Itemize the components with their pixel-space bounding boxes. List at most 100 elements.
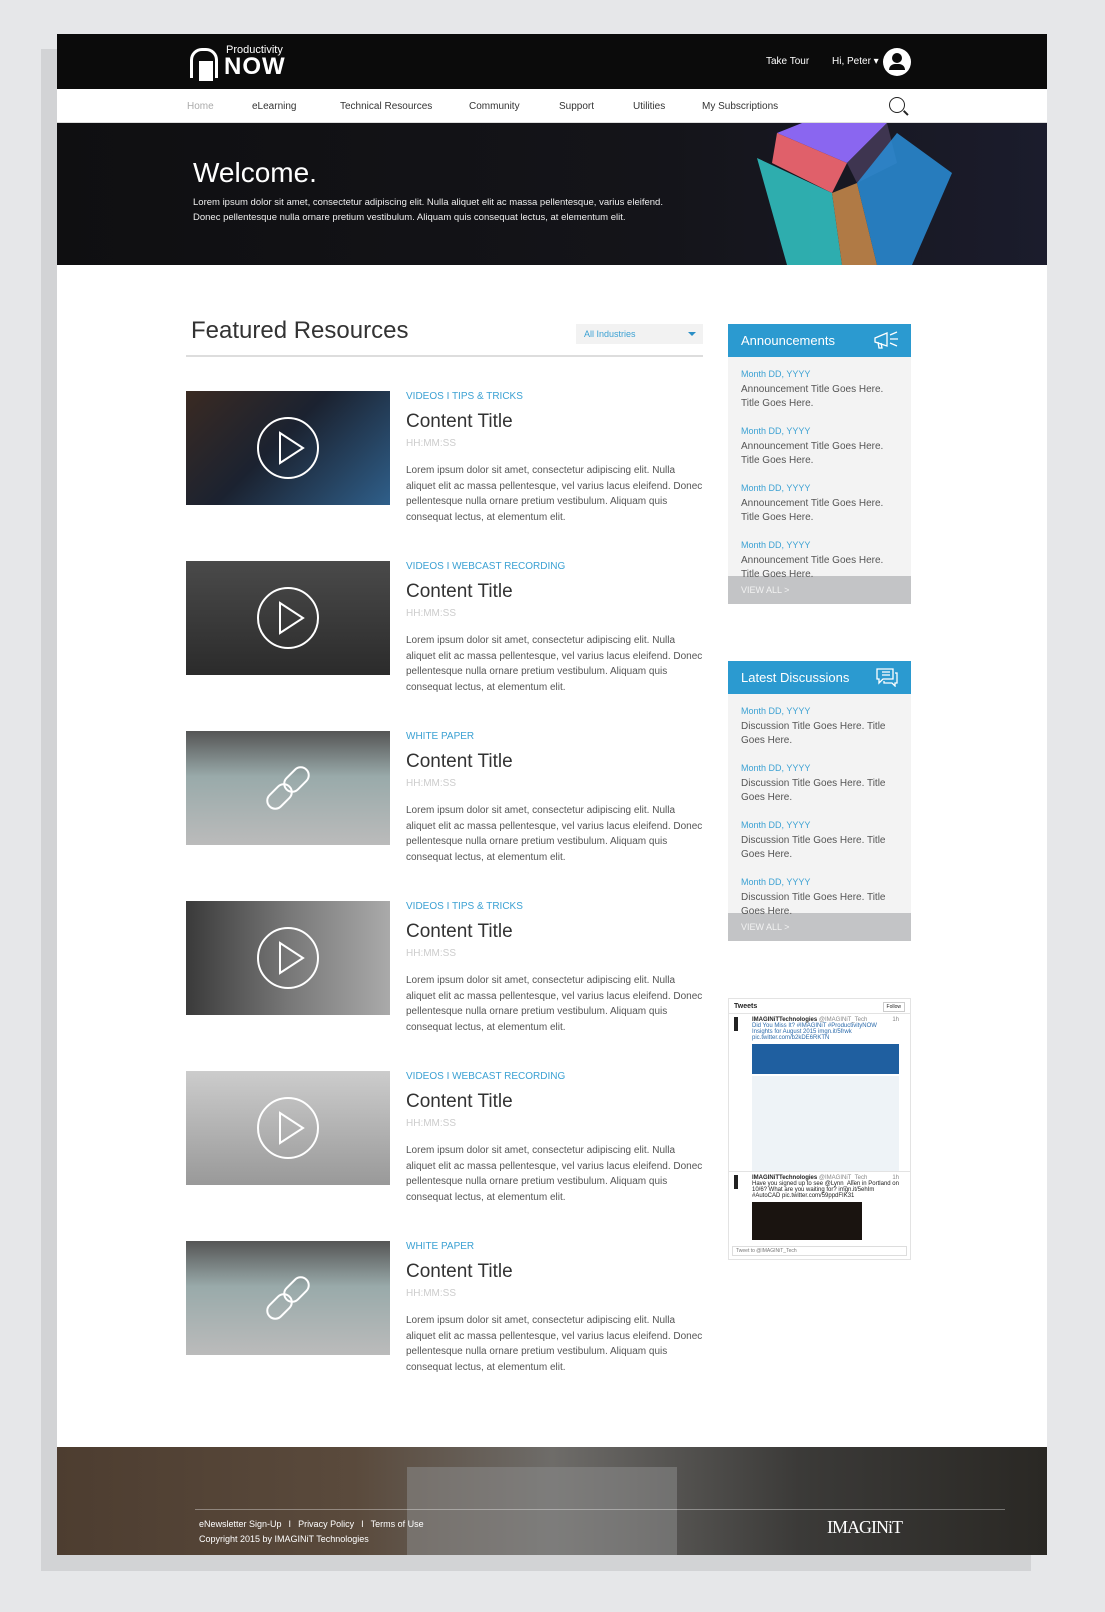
item-date: Month DD, YYYY [741, 820, 811, 830]
footer: eNewsletter Sign-Up I Privacy Policy I Terms… [57, 1447, 1047, 1555]
terms-link[interactable]: Terms of Use [371, 1519, 424, 1529]
resource-duration: HH:MM:SS [406, 778, 456, 789]
resource-title[interactable]: Content Title [406, 751, 513, 773]
item-date: Month DD, YYYY [741, 483, 811, 493]
resource-description: Lorem ipsum dolor sit amet, consectetur … [406, 1145, 703, 1203]
play-icon [257, 587, 319, 649]
play-icon [257, 417, 319, 479]
nav-utilities[interactable]: Utilities [633, 101, 665, 112]
resource-description: Lorem ipsum dolor sit amet, consectetur … [406, 1315, 703, 1373]
resource-title[interactable]: Content Title [406, 921, 513, 943]
twitter-widget: Tweets Follow IMAGINiTTechnologies @IMAG… [728, 998, 911, 1260]
resource-duration: HH:MM:SS [406, 1288, 456, 1299]
tweet-image-body [752, 1076, 899, 1171]
tweet-image [752, 1044, 899, 1074]
main-nav: Home eLearning Technical Resources Commu… [57, 89, 1047, 123]
page: Productivity NOW Take Tour Hi, Peter ▾ H… [57, 34, 1047, 1555]
resource-description: Lorem ipsum dolor sit amet, consectetur … [406, 975, 703, 1033]
chat-bubbles-icon [876, 668, 898, 687]
resource-thumbnail[interactable] [186, 1241, 390, 1355]
nav-home[interactable]: Home [187, 101, 214, 112]
item-title: Discussion Title Goes Here. Title Goes H… [741, 778, 886, 803]
resource-thumbnail[interactable] [186, 561, 390, 675]
resource-title[interactable]: Content Title [406, 1091, 513, 1113]
filter-value: All Industries [584, 329, 636, 339]
announcement-item[interactable]: Month DD, YYYY Announcement Title Goes He… [741, 483, 898, 525]
resource-thumbnail[interactable] [186, 731, 390, 845]
item-date: Month DD, YYYY [741, 706, 811, 716]
logo-title: NOW [224, 53, 286, 80]
divider [186, 355, 703, 357]
resource-item: VIDEOS I WEBCAST RECORDING Content Title… [186, 561, 706, 711]
tweet-avatar-icon [734, 1175, 738, 1189]
resource-category[interactable]: VIDEOS I WEBCAST RECORDING [406, 561, 565, 572]
announcements-header: Announcements [728, 324, 911, 357]
top-header: Productivity NOW Take Tour Hi, Peter ▾ [57, 34, 1047, 89]
keyboard-background-image [407, 1467, 677, 1555]
cube-graphic-icon [757, 123, 952, 265]
resource-category[interactable]: VIDEOS I TIPS & TRICKS [406, 391, 523, 402]
tweet-avatar-icon [734, 1017, 738, 1031]
resource-title[interactable]: Content Title [406, 581, 513, 603]
tweet[interactable]: IMAGINiTTechnologies @IMAGINiT_Tech 1h Ha… [734, 1175, 899, 1240]
user-avatar-icon[interactable] [883, 48, 911, 76]
resource-category[interactable]: VIDEOS I WEBCAST RECORDING [406, 1071, 565, 1082]
item-title: Announcement Title Goes Here. Title Goes… [741, 441, 884, 466]
resource-description: Lorem ipsum dolor sit amet, consectetur … [406, 465, 703, 523]
play-icon [257, 1097, 319, 1159]
discussions-title: Latest Discussions [741, 670, 850, 685]
resource-item: VIDEOS I WEBCAST RECORDING Content Title… [186, 1071, 706, 1221]
item-title: Announcement Title Goes Here. Title Goes… [741, 498, 884, 523]
resource-thumbnail[interactable] [186, 901, 390, 1015]
footer-divider [195, 1509, 1005, 1510]
resource-duration: HH:MM:SS [406, 438, 456, 449]
imaginit-logo: IMAGINiT [827, 1517, 903, 1537]
resource-category[interactable]: WHITE PAPER [406, 731, 474, 742]
discussions-panel: Latest Discussions Month DD, YYYY Discuss… [728, 661, 911, 941]
hero-text: Lorem ipsum dolor sit amet, consectetur … [193, 197, 663, 223]
tweet-image [752, 1202, 862, 1240]
nav-my-subscriptions[interactable]: My Subscriptions [702, 101, 778, 112]
resource-duration: HH:MM:SS [406, 1118, 456, 1129]
resource-thumbnail[interactable] [186, 391, 390, 505]
resource-title[interactable]: Content Title [406, 1261, 513, 1283]
user-menu[interactable]: Hi, Peter ▾ [832, 56, 879, 67]
industry-filter-dropdown[interactable]: All Industries [576, 324, 703, 344]
newsletter-link[interactable]: eNewsletter Sign-Up [199, 1519, 282, 1529]
resource-duration: HH:MM:SS [406, 948, 456, 959]
resource-description: Lorem ipsum dolor sit amet, consectetur … [406, 635, 703, 693]
resource-thumbnail[interactable] [186, 1071, 390, 1185]
nav-elearning[interactable]: eLearning [252, 101, 296, 112]
chevron-down-icon [688, 332, 696, 336]
search-icon[interactable] [889, 97, 905, 113]
tweet-compose-input[interactable]: Tweet to @IMAGINiT_Tech [732, 1246, 907, 1256]
tweet[interactable]: IMAGINiTTechnologies @IMAGINiT_Tech 1h Di… [734, 1017, 899, 1171]
nav-support[interactable]: Support [559, 101, 594, 112]
announcement-item[interactable]: Month DD, YYYY Announcement Title Goes He… [741, 369, 898, 411]
item-title: Announcement Title Goes Here. Title Goes… [741, 384, 884, 409]
item-date: Month DD, YYYY [741, 369, 811, 379]
take-tour-link[interactable]: Take Tour [766, 56, 809, 67]
discussion-item[interactable]: Month DD, YYYY Discussion Title Goes Here… [741, 763, 898, 805]
announcement-item[interactable]: Month DD, YYYY Announcement Title Goes He… [741, 426, 898, 468]
resource-category[interactable]: VIDEOS I TIPS & TRICKS [406, 901, 523, 912]
discussions-header: Latest Discussions [728, 661, 911, 694]
resource-item: WHITE PAPER Content Title HH:MM:SS Lorem… [186, 1241, 706, 1391]
resource-title[interactable]: Content Title [406, 411, 513, 433]
resource-description: Lorem ipsum dolor sit amet, consectetur … [406, 805, 703, 863]
item-title: Discussion Title Goes Here. Title Goes H… [741, 835, 886, 860]
play-icon [257, 927, 319, 989]
resource-category[interactable]: WHITE PAPER [406, 1241, 474, 1252]
link-icon [266, 766, 310, 810]
discussion-item[interactable]: Month DD, YYYY Discussion Title Goes Here… [741, 706, 898, 748]
resource-item: WHITE PAPER Content Title HH:MM:SS Lorem… [186, 731, 706, 881]
follow-button[interactable]: Follow [882, 1002, 905, 1012]
announcements-title: Announcements [741, 333, 835, 348]
hero-banner: Welcome. Lorem ipsum dolor sit amet, con… [57, 123, 1047, 265]
privacy-policy-link[interactable]: Privacy Policy [298, 1519, 354, 1529]
nav-community[interactable]: Community [469, 101, 520, 112]
discussion-item[interactable]: Month DD, YYYY Discussion Title Goes Here… [741, 820, 898, 862]
announcements-panel: Announcements Month DD, YYYY Announcement… [728, 324, 911, 604]
megaphone-icon [874, 331, 898, 349]
nav-technical-resources[interactable]: Technical Resources [340, 101, 432, 112]
